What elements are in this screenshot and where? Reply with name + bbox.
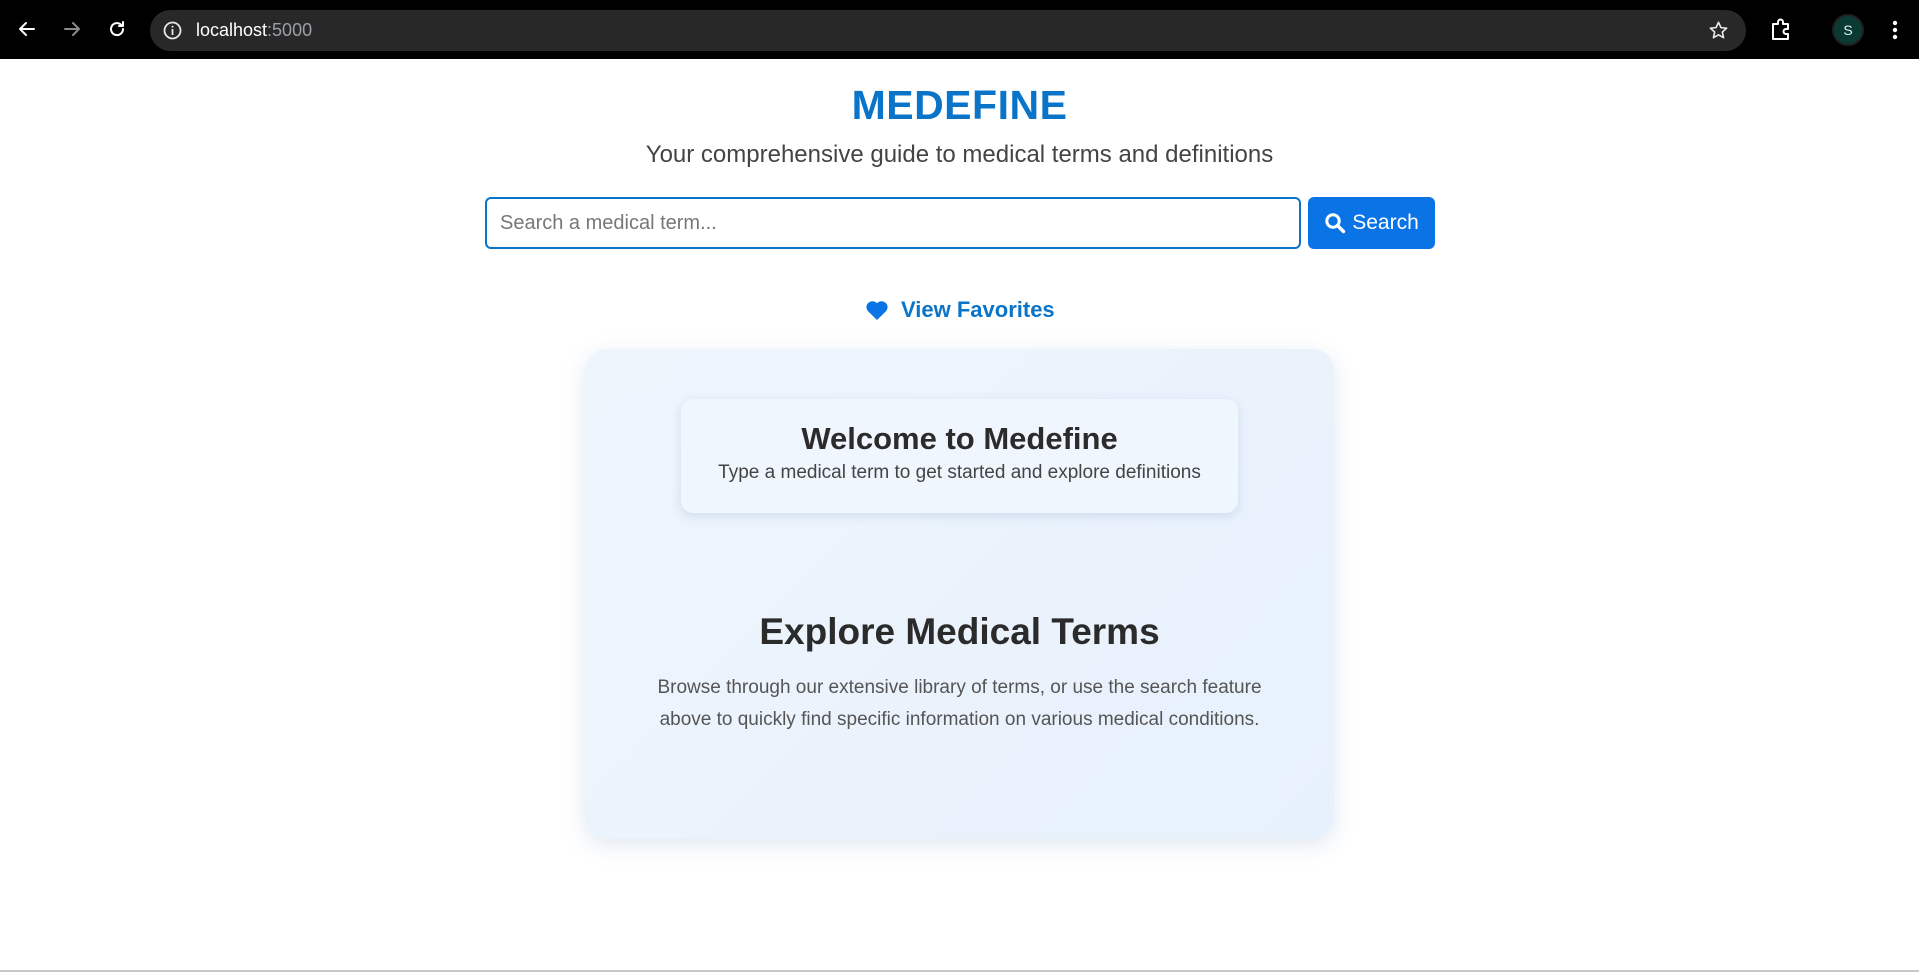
- back-button[interactable]: [9, 11, 45, 47]
- kebab-menu-icon[interactable]: [1880, 13, 1910, 47]
- url-port: :5000: [267, 20, 313, 40]
- view-favorites-label: View Favorites: [901, 297, 1055, 322]
- explore-text: Browse through our extensive library of …: [657, 677, 1262, 730]
- address-url[interactable]: localhost:5000: [196, 20, 312, 41]
- site-tagline: Your comprehensive guide to medical term…: [645, 141, 1274, 168]
- arrow-right-icon: [64, 22, 80, 36]
- page-content: MEDEFINE Your comprehensive guide to med…: [0, 59, 1919, 972]
- welcome-title: Welcome to Medefine: [801, 421, 1118, 456]
- magnifier-icon: [1325, 213, 1346, 234]
- forward-button[interactable]: [54, 11, 90, 47]
- welcome-subtitle: Type a medical term to get started and e…: [718, 462, 1201, 483]
- site-title: MEDEFINE: [851, 82, 1068, 128]
- reload-icon: [110, 21, 125, 37]
- explore-title: Explore Medical Terms: [759, 611, 1160, 652]
- star-icon[interactable]: [1707, 19, 1730, 42]
- profile-avatar[interactable]: S: [1832, 14, 1864, 46]
- info-icon[interactable]: [162, 20, 183, 41]
- url-host: localhost: [196, 20, 268, 40]
- search-button[interactable]: Search: [1308, 197, 1435, 249]
- arrow-left-icon: [19, 22, 35, 36]
- content-card: Welcome to Medefine Type a medical term …: [585, 349, 1334, 839]
- search-button-label: Search: [1352, 211, 1419, 234]
- search-input[interactable]: [485, 197, 1301, 249]
- welcome-box: Welcome to Medefine Type a medical term …: [681, 399, 1238, 513]
- address-bar[interactable]: localhost:5000: [150, 10, 1746, 51]
- view-favorites-link[interactable]: View Favorites: [865, 295, 1055, 325]
- reload-button[interactable]: [99, 11, 135, 47]
- puzzle-icon[interactable]: [1764, 13, 1798, 47]
- browser-toolbar: localhost:5000 S: [0, 0, 1919, 59]
- heart-icon: [866, 301, 888, 320]
